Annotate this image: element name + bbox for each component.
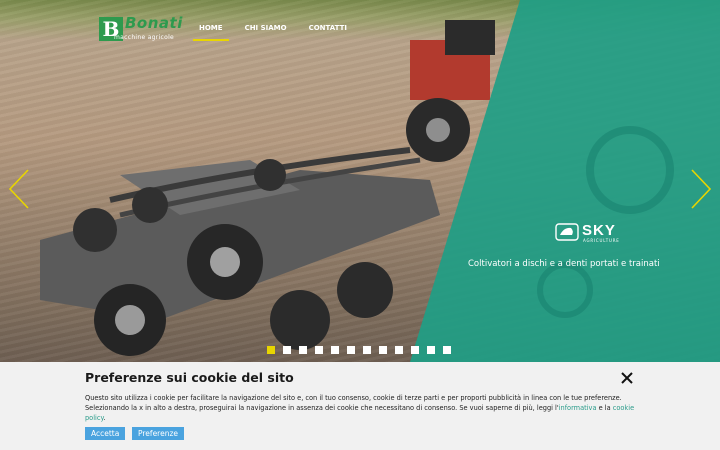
accept-button[interactable]: Accetta — [85, 427, 126, 440]
bonati-logo[interactable]: B Bonati macchine agricole — [99, 14, 189, 43]
cookie-text-part1: Questo sito utilizza i cookie per facili… — [85, 394, 622, 412]
cookie-title: Preferenze sui cookie del sito — [85, 370, 294, 385]
slider-dot-12[interactable] — [443, 346, 451, 354]
slider-dot-11[interactable] — [427, 346, 435, 354]
lion-icon — [555, 223, 579, 241]
informativa-link[interactable]: informativa — [559, 404, 597, 412]
brand-subtitle: AGRICULTURE — [583, 238, 620, 243]
cookie-banner: Preferenze sui cookie del sito Questo si… — [0, 362, 720, 450]
brand-name: SKY — [582, 222, 616, 239]
slider-dot-9[interactable] — [395, 346, 403, 354]
logo-subtitle: macchine agricole — [114, 34, 175, 41]
slider-dot-6[interactable] — [347, 346, 355, 354]
slider-pagination — [267, 346, 459, 354]
slider-dot-2[interactable] — [283, 346, 291, 354]
logo-name: Bonati — [125, 14, 183, 32]
slider-next-arrow-icon[interactable] — [690, 168, 712, 210]
slider-dot-3[interactable] — [299, 346, 307, 354]
nav-contatti[interactable]: CONTATTI — [309, 24, 347, 32]
slider-dot-7[interactable] — [363, 346, 371, 354]
close-icon[interactable] — [620, 371, 634, 385]
nav-chi-siamo[interactable]: CHI SIAMO — [245, 24, 287, 32]
nav-home[interactable]: HOME — [193, 24, 229, 41]
sky-agriculture-logo: SKY AGRICULTURE — [555, 222, 641, 244]
slider-dot-1[interactable] — [267, 346, 275, 354]
slider-dot-8[interactable] — [379, 346, 387, 354]
cookie-description: Questo sito utilizza i cookie per facili… — [85, 393, 645, 423]
promo-panel — [410, 0, 720, 362]
main-nav: HOME CHI SIAMO CONTATTI — [193, 24, 369, 41]
slider-dot-10[interactable] — [411, 346, 419, 354]
slider-prev-arrow-icon[interactable] — [8, 168, 30, 210]
cookie-text-part2: e la — [596, 404, 613, 412]
slider-dot-4[interactable] — [315, 346, 323, 354]
preferences-button[interactable]: Preferenze — [132, 427, 185, 440]
hero-slider: B Bonati macchine agricole HOME CHI SIAM… — [0, 0, 720, 362]
cookie-text-part3: . — [103, 414, 106, 422]
slide-tagline: Coltivatori a dischi e a denti portati e… — [468, 259, 660, 269]
slider-dot-5[interactable] — [331, 346, 339, 354]
